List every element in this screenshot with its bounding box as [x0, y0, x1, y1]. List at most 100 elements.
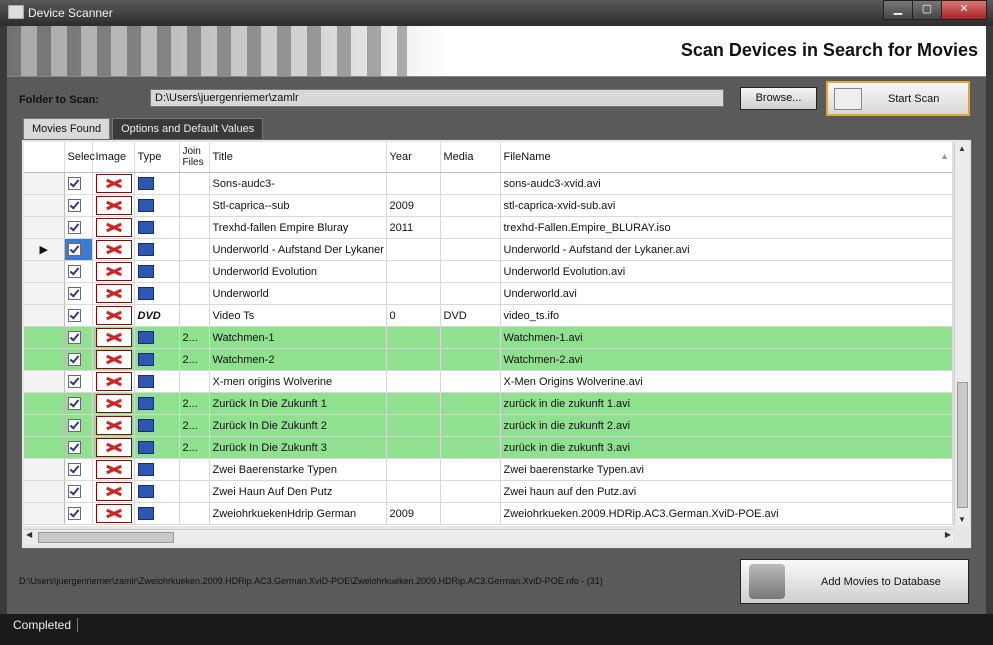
- row-indicator[interactable]: [24, 392, 65, 415]
- column-header-title[interactable]: Title: [209, 142, 387, 173]
- image-cell[interactable]: [92, 502, 135, 525]
- select-checkbox[interactable]: [67, 375, 81, 388]
- select-cell[interactable]: [64, 370, 93, 393]
- media-cell[interactable]: [440, 282, 501, 305]
- image-cell[interactable]: [92, 260, 135, 283]
- select-checkbox[interactable]: [67, 419, 81, 432]
- row-indicator[interactable]: [24, 304, 65, 327]
- column-header-join-files[interactable]: Join Files: [179, 142, 210, 173]
- image-cell[interactable]: [92, 194, 135, 217]
- row-indicator[interactable]: [24, 502, 65, 525]
- title-cell[interactable]: Sons-audc3-: [209, 172, 387, 195]
- column-header-filename[interactable]: FileName ▲: [500, 142, 953, 173]
- image-cell[interactable]: [92, 414, 135, 437]
- media-cell[interactable]: [440, 194, 501, 217]
- scroll-right-icon[interactable]: ▶: [945, 530, 951, 539]
- media-cell[interactable]: [440, 348, 501, 371]
- select-checkbox[interactable]: [67, 221, 81, 234]
- scroll-down-icon[interactable]: ▼: [958, 515, 966, 524]
- table-row[interactable]: 2... Watchmen-2 Watchmen-2.avi: [24, 348, 953, 371]
- column-header-type[interactable]: Type: [134, 142, 180, 173]
- row-indicator[interactable]: [24, 348, 65, 371]
- select-cell[interactable]: [64, 282, 93, 305]
- column-header-select[interactable]: Selec: [64, 142, 95, 173]
- row-indicator[interactable]: [24, 216, 65, 239]
- vertical-scrollbar[interactable]: ▲ ▼: [954, 142, 969, 526]
- media-cell[interactable]: [440, 216, 501, 239]
- row-indicator[interactable]: [24, 194, 65, 217]
- year-cell[interactable]: [386, 260, 441, 283]
- media-cell[interactable]: [440, 370, 501, 393]
- year-cell[interactable]: [386, 436, 441, 459]
- column-header-image[interactable]: Image: [92, 142, 135, 173]
- select-cell[interactable]: [64, 216, 93, 239]
- image-cell[interactable]: [92, 282, 135, 305]
- select-cell[interactable]: [64, 502, 93, 525]
- year-cell[interactable]: [386, 480, 441, 503]
- table-row[interactable]: 2... Zurück In Die Zukunft 3 zurück in die…: [24, 436, 953, 459]
- media-cell[interactable]: [440, 172, 501, 195]
- table-row[interactable]: Sons-audc3- sons-audc3-xvid.avi: [24, 172, 953, 195]
- table-row[interactable]: 2... Watchmen-1 Watchmen-1.avi: [24, 326, 953, 349]
- title-cell[interactable]: ZweiohrkuekenHdrip German: [209, 502, 387, 525]
- row-indicator[interactable]: ▶: [24, 238, 65, 261]
- image-cell[interactable]: [92, 326, 135, 349]
- year-cell[interactable]: [386, 238, 441, 261]
- select-cell[interactable]: [64, 436, 93, 459]
- year-cell[interactable]: [386, 326, 441, 349]
- media-cell[interactable]: [440, 326, 501, 349]
- select-cell[interactable]: [64, 392, 93, 415]
- title-cell[interactable]: Zurück In Die Zukunft 3: [209, 436, 387, 459]
- media-cell[interactable]: DVD: [440, 304, 501, 327]
- row-indicator[interactable]: [24, 260, 65, 283]
- start-scan-button[interactable]: Start Scan: [826, 81, 970, 116]
- scroll-left-icon[interactable]: ◀: [26, 530, 32, 539]
- select-checkbox[interactable]: [67, 177, 81, 190]
- row-indicator[interactable]: [24, 172, 65, 195]
- select-checkbox[interactable]: [67, 507, 81, 520]
- maximize-button[interactable]: ▢: [912, 0, 942, 20]
- row-indicator[interactable]: [24, 282, 65, 305]
- row-indicator[interactable]: [24, 414, 65, 437]
- year-cell[interactable]: [386, 172, 441, 195]
- year-cell[interactable]: [386, 348, 441, 371]
- select-cell[interactable]: [64, 348, 93, 371]
- select-cell[interactable]: [64, 458, 93, 481]
- year-cell[interactable]: [386, 370, 441, 393]
- select-cell[interactable]: [64, 172, 93, 195]
- title-cell[interactable]: Underworld Evolution: [209, 260, 387, 283]
- year-cell[interactable]: [386, 458, 441, 481]
- media-cell[interactable]: [440, 238, 501, 261]
- image-cell[interactable]: [92, 458, 135, 481]
- select-checkbox[interactable]: [67, 397, 81, 410]
- media-cell[interactable]: [440, 392, 501, 415]
- title-cell[interactable]: Zwei Baerenstarke Typen: [209, 458, 387, 481]
- horizontal-scrollbar[interactable]: ◀ ▶: [24, 529, 953, 544]
- tab-options[interactable]: Options and Default Values: [112, 118, 264, 140]
- folder-input[interactable]: [150, 89, 724, 107]
- year-cell[interactable]: [386, 414, 441, 437]
- select-cell[interactable]: [64, 194, 93, 217]
- title-cell[interactable]: Stl-caprica--sub: [209, 194, 387, 217]
- select-checkbox[interactable]: [67, 463, 81, 476]
- image-cell[interactable]: [92, 480, 135, 503]
- year-cell[interactable]: 2011: [386, 216, 441, 239]
- vertical-scroll-thumb[interactable]: [957, 382, 968, 508]
- table-row[interactable]: ZweiohrkuekenHdrip German 2009 Zweiohrkuek…: [24, 502, 953, 525]
- select-cell[interactable]: [64, 414, 93, 437]
- row-indicator[interactable]: [24, 480, 65, 503]
- browse-button[interactable]: Browse...: [740, 87, 817, 110]
- title-cell[interactable]: Underworld: [209, 282, 387, 305]
- row-indicator[interactable]: [24, 326, 65, 349]
- select-cell[interactable]: [64, 238, 93, 261]
- year-cell[interactable]: 2009: [386, 502, 441, 525]
- table-row[interactable]: 2... Zurück In Die Zukunft 1 zurück in die…: [24, 392, 953, 415]
- select-cell[interactable]: [64, 260, 93, 283]
- year-cell[interactable]: [386, 392, 441, 415]
- image-cell[interactable]: [92, 348, 135, 371]
- table-row[interactable]: X-men origins Wolverine X-Men Origins Wol…: [24, 370, 953, 393]
- select-checkbox[interactable]: [67, 485, 81, 498]
- media-cell[interactable]: [440, 502, 501, 525]
- image-cell[interactable]: [92, 436, 135, 459]
- title-cell[interactable]: Watchmen-1: [209, 326, 387, 349]
